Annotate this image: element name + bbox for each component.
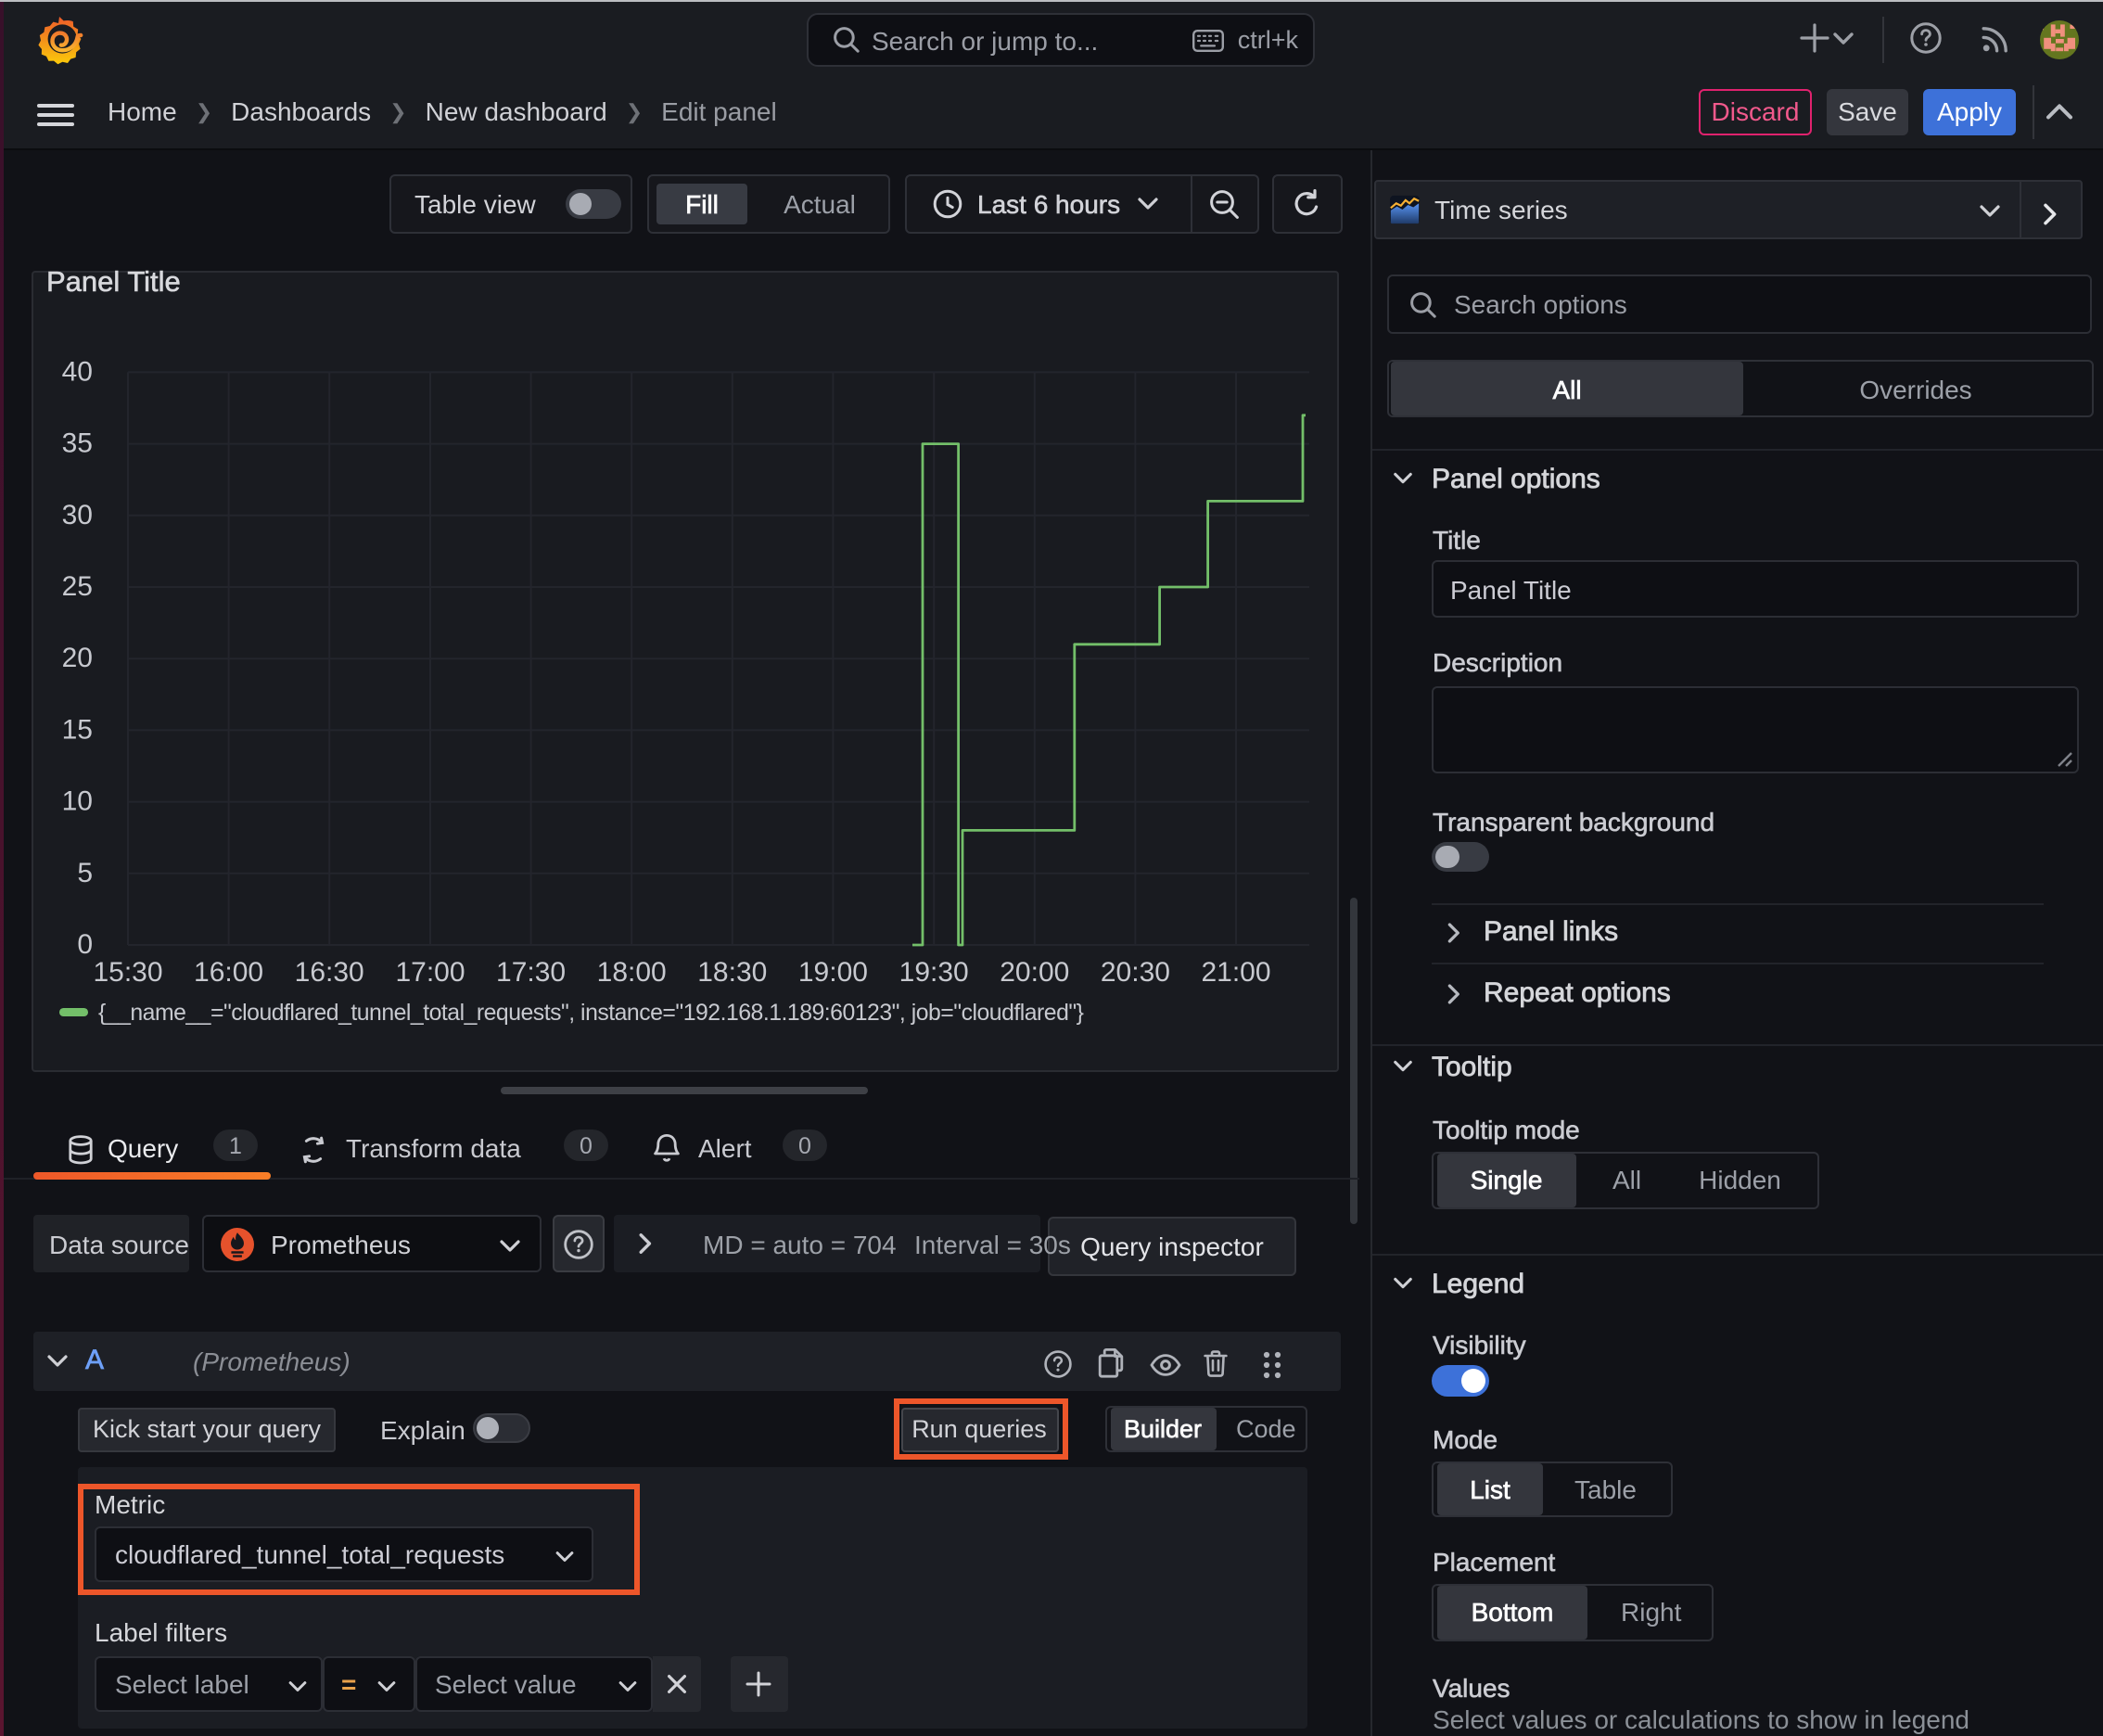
svg-text:10: 10 [62,786,93,817]
svg-text:{__name__="cloudflared_tunnel_: {__name__="cloudflared_tunnel_total_requ… [98,1001,1084,1026]
svg-text:16:30: 16:30 [295,957,364,988]
svg-text:15: 15 [62,714,93,745]
svg-text:20: 20 [62,643,93,673]
svg-text:15:30: 15:30 [93,957,162,988]
svg-text:0: 0 [77,929,93,960]
svg-text:16:00: 16:00 [194,957,263,988]
svg-text:19:00: 19:00 [798,957,868,988]
svg-text:5: 5 [77,858,93,888]
svg-text:35: 35 [62,428,93,459]
svg-text:30: 30 [62,500,93,530]
svg-text:21:00: 21:00 [1201,957,1270,988]
svg-text:17:00: 17:00 [395,957,465,988]
svg-text:18:30: 18:30 [697,957,767,988]
svg-text:17:30: 17:30 [496,957,566,988]
svg-text:40: 40 [62,356,93,387]
svg-text:20:00: 20:00 [1000,957,1069,988]
svg-text:19:30: 19:30 [899,957,969,988]
svg-text:25: 25 [62,571,93,602]
svg-text:20:30: 20:30 [1101,957,1170,988]
svg-text:18:00: 18:00 [597,957,667,988]
